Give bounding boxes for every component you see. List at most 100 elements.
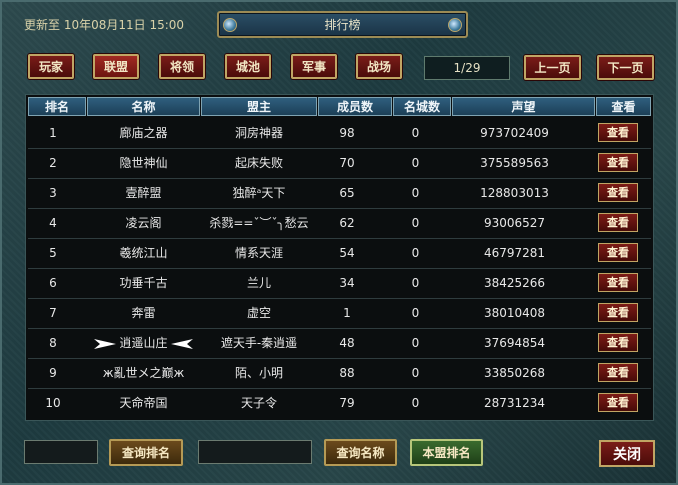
tab-alliance[interactable]: 联盟 — [93, 54, 139, 79]
members-cell: 88 — [339, 366, 355, 380]
header-view: 查看 — [596, 97, 651, 116]
table-row: 3 壹醉盟 独醉ᵃ天下 65 0 128803013 查看 — [28, 179, 651, 209]
header-name: 名称 — [87, 97, 200, 116]
leader-cell: 遮天手-秦逍遥 — [220, 336, 298, 350]
prev-page-label: 上一页 — [534, 61, 571, 75]
header-leader: 盟主 — [201, 97, 317, 116]
rank-cell: 8 — [49, 336, 57, 350]
ribbon-left-icon — [93, 338, 116, 349]
prestige-cell: 973702409 — [480, 126, 549, 140]
rank-query-input[interactable] — [24, 440, 98, 464]
prestige-cell: 375589563 — [480, 156, 549, 170]
prev-page-button[interactable]: 上一页 — [524, 55, 581, 80]
close-label: 关闭 — [613, 446, 641, 463]
view-button[interactable]: 查看 — [598, 273, 638, 292]
ranking-table: 排名 名称 盟主 成员数 名城数 声望 查看 1 廊庙之器 洞房神器 98 0 … — [25, 94, 654, 421]
table-row: 10 天命帝国 天子令 79 0 28731234 查看 — [28, 389, 651, 418]
rank-cell: 6 — [49, 276, 57, 290]
cities-cell: 0 — [411, 156, 420, 170]
view-button[interactable]: 查看 — [598, 153, 638, 172]
leader-cell: 情系天涯 — [234, 246, 283, 260]
alliance-name-cell: 壹醉盟 — [125, 186, 162, 200]
view-button[interactable]: 查看 — [598, 303, 638, 322]
alliance-name-cell: 凌云阁 — [125, 216, 162, 230]
view-cell: 查看 — [596, 359, 651, 388]
rank-cell: 7 — [49, 306, 57, 320]
cities-cell: 0 — [411, 216, 420, 230]
tab-label: 联盟 — [103, 60, 128, 74]
table-row: 6 功垂千古 兰儿 34 0 38425266 查看 — [28, 269, 651, 299]
view-button[interactable]: 查看 — [598, 213, 638, 232]
prestige-cell: 37694854 — [483, 336, 546, 350]
prestige-cell: 33850268 — [483, 366, 546, 380]
prestige-cell: 93006527 — [483, 216, 546, 230]
next-page-label: 下一页 — [607, 61, 644, 75]
members-cell: 1 — [343, 306, 351, 320]
view-button[interactable]: 查看 — [598, 333, 638, 352]
view-cell: 查看 — [596, 239, 651, 268]
rank-cell: 2 — [49, 156, 57, 170]
table-row: 7 奔雷 虚空 1 0 38010408 查看 — [28, 299, 651, 329]
leader-cell: 兰儿 — [246, 276, 271, 290]
alliance-name-cell: 奔雷 — [131, 306, 156, 320]
view-cell: 查看 — [596, 329, 651, 358]
view-cell: 查看 — [596, 119, 651, 148]
tab-label: 军事 — [301, 60, 326, 74]
query-name-button[interactable]: 查询名称 — [324, 439, 397, 466]
rank-cell: 3 — [49, 186, 57, 200]
tab-player[interactable]: 玩家 — [28, 54, 74, 79]
table-row: 4 凌云阁 杀戮==ˇ︶ˇ╮愁云 62 0 93006527 查看 — [28, 209, 651, 239]
tab-label: 玩家 — [38, 60, 63, 74]
window-title: 排行榜 — [324, 18, 361, 32]
alliance-name-cell: 天命帝国 — [119, 396, 168, 410]
view-cell: 查看 — [596, 149, 651, 178]
members-cell: 34 — [339, 276, 355, 290]
table-row: 8 逍遥山庄 遮天手-秦逍遥 48 0 37694854 查看 — [28, 329, 651, 359]
tab-city[interactable]: 城池 — [225, 54, 271, 79]
alliance-name-cell: 隐世神仙 — [119, 156, 168, 170]
tab-label: 将领 — [169, 60, 194, 74]
leader-cell: 陌、小明 — [234, 366, 283, 380]
alliance-name-cell: 羲统江山 — [119, 246, 168, 260]
leader-cell: 天子令 — [240, 396, 277, 410]
gem-icon — [448, 18, 462, 32]
prestige-cell: 38010408 — [483, 306, 546, 320]
rank-cell: 4 — [49, 216, 57, 230]
table-row: 2 隐世神仙 起床失败 70 0 375589563 查看 — [28, 149, 651, 179]
members-cell: 48 — [339, 336, 355, 350]
prestige-cell: 128803013 — [480, 186, 549, 200]
view-button[interactable]: 查看 — [598, 123, 638, 142]
leader-cell: 起床失败 — [234, 156, 283, 170]
next-page-button[interactable]: 下一页 — [597, 55, 654, 80]
view-button[interactable]: 查看 — [598, 363, 638, 382]
tab-military[interactable]: 军事 — [291, 54, 337, 79]
ribbon-right-icon — [171, 338, 194, 349]
rank-cell: 9 — [49, 366, 57, 380]
view-button[interactable]: 查看 — [598, 183, 638, 202]
cities-cell: 0 — [411, 306, 420, 320]
own-alliance-rank-button[interactable]: 本盟排名 — [410, 439, 483, 466]
page-indicator: 1/29 — [424, 56, 510, 80]
view-cell: 查看 — [596, 209, 651, 238]
prestige-cell: 38425266 — [483, 276, 546, 290]
members-cell: 65 — [339, 186, 355, 200]
view-button[interactable]: 查看 — [598, 243, 638, 262]
alliance-name-cell: ж亂世メ之巅ж — [102, 366, 185, 380]
view-button[interactable]: 查看 — [598, 393, 638, 412]
cities-cell: 0 — [411, 276, 420, 290]
table-row: 9 ж亂世メ之巅ж 陌、小明 88 0 33850268 查看 — [28, 359, 651, 389]
name-query-input[interactable] — [198, 440, 312, 464]
query-rank-button[interactable]: 查询排名 — [109, 439, 183, 466]
tab-label: 城池 — [235, 60, 260, 74]
cities-cell: 0 — [411, 396, 420, 410]
own-rank-label: 本盟排名 — [422, 446, 471, 460]
tab-battlefield[interactable]: 战场 — [356, 54, 402, 79]
query-name-label: 查询名称 — [336, 446, 385, 460]
members-cell: 62 — [339, 216, 355, 230]
close-button[interactable]: 关闭 — [599, 440, 655, 467]
tab-general[interactable]: 将领 — [159, 54, 205, 79]
view-cell: 查看 — [596, 269, 651, 298]
title-bar: 排行榜 — [217, 11, 468, 38]
header-members: 成员数 — [318, 97, 392, 116]
cities-cell: 0 — [411, 186, 420, 200]
